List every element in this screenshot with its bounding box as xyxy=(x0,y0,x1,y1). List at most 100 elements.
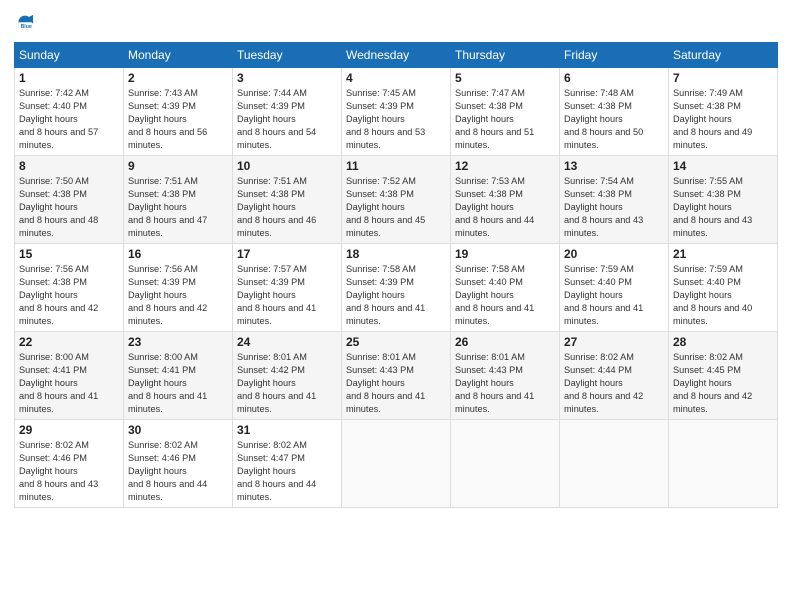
day-detail: Sunrise: 7:44 AM Sunset: 4:39 PM Dayligh… xyxy=(237,87,337,151)
svg-text:Blue: Blue xyxy=(21,24,32,30)
day-number: 6 xyxy=(564,71,664,85)
day-detail: Sunrise: 7:43 AM Sunset: 4:39 PM Dayligh… xyxy=(128,87,228,151)
day-cell: 4 Sunrise: 7:45 AM Sunset: 4:39 PM Dayli… xyxy=(342,68,451,156)
day-number: 31 xyxy=(237,423,337,437)
day-number: 7 xyxy=(673,71,773,85)
day-cell: 13 Sunrise: 7:54 AM Sunset: 4:38 PM Dayl… xyxy=(560,156,669,244)
day-number: 9 xyxy=(128,159,228,173)
day-number: 16 xyxy=(128,247,228,261)
day-detail: Sunrise: 7:53 AM Sunset: 4:38 PM Dayligh… xyxy=(455,175,555,239)
day-detail: Sunrise: 7:42 AM Sunset: 4:40 PM Dayligh… xyxy=(19,87,119,151)
day-number: 17 xyxy=(237,247,337,261)
day-detail: Sunrise: 7:55 AM Sunset: 4:38 PM Dayligh… xyxy=(673,175,773,239)
day-cell: 1 Sunrise: 7:42 AM Sunset: 4:40 PM Dayli… xyxy=(15,68,124,156)
day-detail: Sunrise: 7:56 AM Sunset: 4:39 PM Dayligh… xyxy=(128,263,228,327)
day-cell: 24 Sunrise: 8:01 AM Sunset: 4:42 PM Dayl… xyxy=(233,332,342,420)
day-cell: 18 Sunrise: 7:58 AM Sunset: 4:39 PM Dayl… xyxy=(342,244,451,332)
day-cell: 17 Sunrise: 7:57 AM Sunset: 4:39 PM Dayl… xyxy=(233,244,342,332)
day-number: 4 xyxy=(346,71,446,85)
logo: Blue xyxy=(14,12,40,34)
day-number: 18 xyxy=(346,247,446,261)
day-cell: 2 Sunrise: 7:43 AM Sunset: 4:39 PM Dayli… xyxy=(124,68,233,156)
day-number: 30 xyxy=(128,423,228,437)
day-cell: 29 Sunrise: 8:02 AM Sunset: 4:46 PM Dayl… xyxy=(15,420,124,508)
day-detail: Sunrise: 8:00 AM Sunset: 4:41 PM Dayligh… xyxy=(128,351,228,415)
day-cell: 28 Sunrise: 8:02 AM Sunset: 4:45 PM Dayl… xyxy=(669,332,778,420)
weekday-header-friday: Friday xyxy=(560,43,669,68)
day-detail: Sunrise: 7:47 AM Sunset: 4:38 PM Dayligh… xyxy=(455,87,555,151)
weekday-header-sunday: Sunday xyxy=(15,43,124,68)
day-detail: Sunrise: 8:02 AM Sunset: 4:44 PM Dayligh… xyxy=(564,351,664,415)
day-number: 25 xyxy=(346,335,446,349)
day-cell xyxy=(342,420,451,508)
weekday-header-monday: Monday xyxy=(124,43,233,68)
day-cell: 8 Sunrise: 7:50 AM Sunset: 4:38 PM Dayli… xyxy=(15,156,124,244)
week-row-1: 1 Sunrise: 7:42 AM Sunset: 4:40 PM Dayli… xyxy=(15,68,778,156)
weekday-header-wednesday: Wednesday xyxy=(342,43,451,68)
day-detail: Sunrise: 7:51 AM Sunset: 4:38 PM Dayligh… xyxy=(128,175,228,239)
weekday-header-saturday: Saturday xyxy=(669,43,778,68)
day-number: 27 xyxy=(564,335,664,349)
day-detail: Sunrise: 7:58 AM Sunset: 4:40 PM Dayligh… xyxy=(455,263,555,327)
day-number: 11 xyxy=(346,159,446,173)
week-row-3: 15 Sunrise: 7:56 AM Sunset: 4:38 PM Dayl… xyxy=(15,244,778,332)
day-cell: 20 Sunrise: 7:59 AM Sunset: 4:40 PM Dayl… xyxy=(560,244,669,332)
day-cell: 9 Sunrise: 7:51 AM Sunset: 4:38 PM Dayli… xyxy=(124,156,233,244)
day-cell: 31 Sunrise: 8:02 AM Sunset: 4:47 PM Dayl… xyxy=(233,420,342,508)
day-number: 21 xyxy=(673,247,773,261)
day-detail: Sunrise: 8:02 AM Sunset: 4:46 PM Dayligh… xyxy=(19,439,119,503)
day-number: 28 xyxy=(673,335,773,349)
day-number: 14 xyxy=(673,159,773,173)
day-detail: Sunrise: 7:50 AM Sunset: 4:38 PM Dayligh… xyxy=(19,175,119,239)
day-detail: Sunrise: 7:49 AM Sunset: 4:38 PM Dayligh… xyxy=(673,87,773,151)
day-cell: 5 Sunrise: 7:47 AM Sunset: 4:38 PM Dayli… xyxy=(451,68,560,156)
day-number: 24 xyxy=(237,335,337,349)
day-cell: 12 Sunrise: 7:53 AM Sunset: 4:38 PM Dayl… xyxy=(451,156,560,244)
weekday-header-tuesday: Tuesday xyxy=(233,43,342,68)
day-detail: Sunrise: 8:02 AM Sunset: 4:47 PM Dayligh… xyxy=(237,439,337,503)
day-detail: Sunrise: 7:52 AM Sunset: 4:38 PM Dayligh… xyxy=(346,175,446,239)
day-cell: 26 Sunrise: 8:01 AM Sunset: 4:43 PM Dayl… xyxy=(451,332,560,420)
day-detail: Sunrise: 7:57 AM Sunset: 4:39 PM Dayligh… xyxy=(237,263,337,327)
day-number: 13 xyxy=(564,159,664,173)
day-number: 20 xyxy=(564,247,664,261)
day-number: 23 xyxy=(128,335,228,349)
logo-icon: Blue xyxy=(14,12,36,34)
calendar: SundayMondayTuesdayWednesdayThursdayFrid… xyxy=(14,42,778,508)
day-cell: 30 Sunrise: 8:02 AM Sunset: 4:46 PM Dayl… xyxy=(124,420,233,508)
day-detail: Sunrise: 8:02 AM Sunset: 4:46 PM Dayligh… xyxy=(128,439,228,503)
header: Blue xyxy=(14,12,778,34)
day-cell: 16 Sunrise: 7:56 AM Sunset: 4:39 PM Dayl… xyxy=(124,244,233,332)
day-number: 3 xyxy=(237,71,337,85)
day-detail: Sunrise: 7:48 AM Sunset: 4:38 PM Dayligh… xyxy=(564,87,664,151)
day-detail: Sunrise: 8:00 AM Sunset: 4:41 PM Dayligh… xyxy=(19,351,119,415)
day-cell: 22 Sunrise: 8:00 AM Sunset: 4:41 PM Dayl… xyxy=(15,332,124,420)
week-row-2: 8 Sunrise: 7:50 AM Sunset: 4:38 PM Dayli… xyxy=(15,156,778,244)
day-number: 29 xyxy=(19,423,119,437)
weekday-header-thursday: Thursday xyxy=(451,43,560,68)
day-detail: Sunrise: 7:54 AM Sunset: 4:38 PM Dayligh… xyxy=(564,175,664,239)
day-cell xyxy=(669,420,778,508)
day-cell xyxy=(451,420,560,508)
day-detail: Sunrise: 8:01 AM Sunset: 4:43 PM Dayligh… xyxy=(455,351,555,415)
day-cell: 10 Sunrise: 7:51 AM Sunset: 4:38 PM Dayl… xyxy=(233,156,342,244)
day-number: 12 xyxy=(455,159,555,173)
day-detail: Sunrise: 7:56 AM Sunset: 4:38 PM Dayligh… xyxy=(19,263,119,327)
day-cell: 25 Sunrise: 8:01 AM Sunset: 4:43 PM Dayl… xyxy=(342,332,451,420)
day-detail: Sunrise: 8:02 AM Sunset: 4:45 PM Dayligh… xyxy=(673,351,773,415)
day-number: 1 xyxy=(19,71,119,85)
day-cell: 23 Sunrise: 8:00 AM Sunset: 4:41 PM Dayl… xyxy=(124,332,233,420)
day-number: 15 xyxy=(19,247,119,261)
day-number: 10 xyxy=(237,159,337,173)
day-detail: Sunrise: 8:01 AM Sunset: 4:43 PM Dayligh… xyxy=(346,351,446,415)
day-number: 8 xyxy=(19,159,119,173)
day-cell: 14 Sunrise: 7:55 AM Sunset: 4:38 PM Dayl… xyxy=(669,156,778,244)
day-detail: Sunrise: 8:01 AM Sunset: 4:42 PM Dayligh… xyxy=(237,351,337,415)
day-cell: 19 Sunrise: 7:58 AM Sunset: 4:40 PM Dayl… xyxy=(451,244,560,332)
day-detail: Sunrise: 7:59 AM Sunset: 4:40 PM Dayligh… xyxy=(564,263,664,327)
day-number: 2 xyxy=(128,71,228,85)
day-detail: Sunrise: 7:59 AM Sunset: 4:40 PM Dayligh… xyxy=(673,263,773,327)
day-cell xyxy=(560,420,669,508)
day-number: 5 xyxy=(455,71,555,85)
weekday-header-row: SundayMondayTuesdayWednesdayThursdayFrid… xyxy=(15,43,778,68)
